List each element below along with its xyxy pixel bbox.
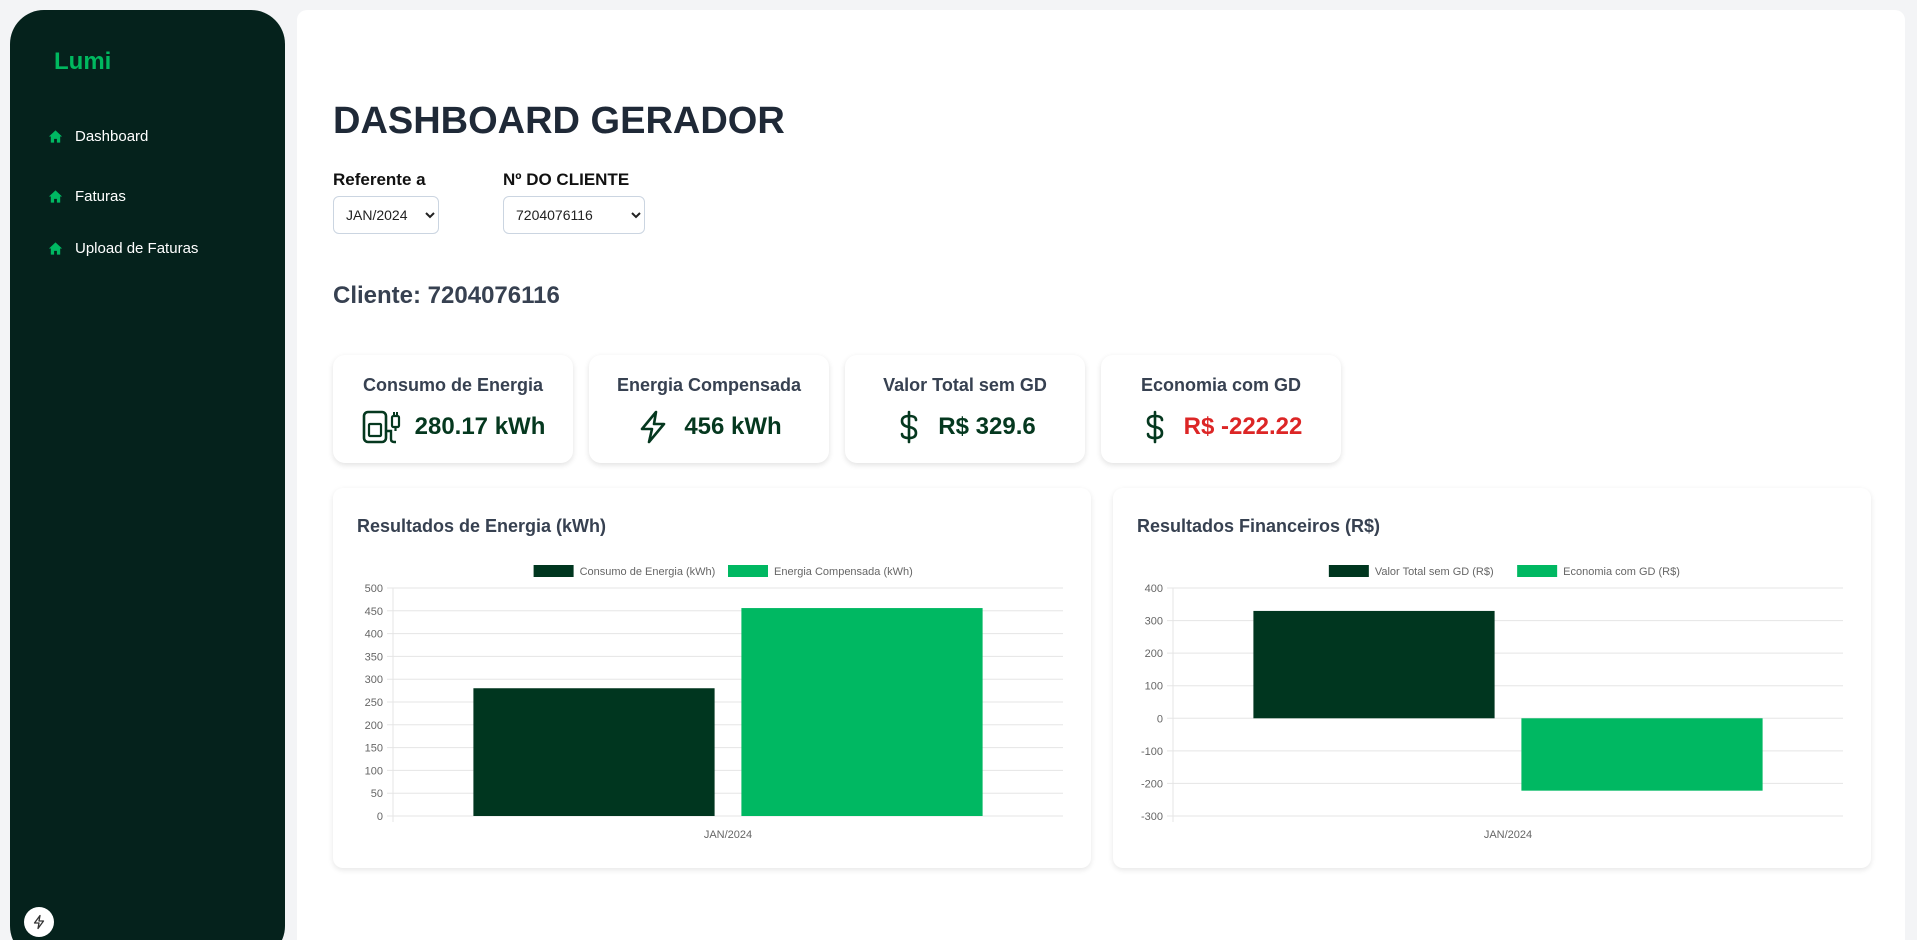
period-filter-label: Referente a [333, 170, 426, 189]
card-title: Valor Total sem GD [883, 375, 1047, 395]
y-tick-label: 100 [365, 765, 383, 777]
home-icon [48, 190, 63, 203]
main-content: DASHBOARD GERADOR Referente a JAN/2024 N… [297, 10, 1905, 940]
sidebar-item-faturas[interactable]: Faturas [48, 188, 126, 205]
sidebar-item-dashboard[interactable]: Dashboard [48, 128, 148, 145]
sidebar-item-upload-faturas[interactable]: Upload de Faturas [48, 240, 198, 257]
card-energia-compensada: Energia Compensada 456 kWh [589, 355, 829, 463]
card-title: Economia com GD [1140, 375, 1302, 395]
page-title: DASHBOARD GERADOR [333, 100, 785, 142]
bar [741, 608, 983, 816]
card-valor-total: Valor Total sem GD R$ 329.6 [845, 355, 1085, 463]
y-tick-label: 300 [1145, 616, 1163, 628]
y-tick-label: 300 [365, 674, 383, 686]
bar [473, 688, 715, 816]
client-filter-label: Nº DO CLIENTE [503, 170, 630, 189]
devtools-badge[interactable] [24, 907, 54, 937]
energy-chart: 0 50 100 150 200 250 300 350 400 450 500 Consumo de… [365, 565, 1063, 841]
y-tick-label: -300 [1141, 811, 1163, 823]
legend-swatch [1517, 565, 1558, 577]
legend-swatch [728, 565, 768, 577]
legend-label: Economia com GD (R$) [1563, 566, 1680, 578]
app-logo[interactable]: Lumi [54, 48, 111, 76]
y-tick-label: 50 [371, 788, 383, 800]
dollar-icon [900, 410, 918, 444]
legend-label: Energia Compensada (kWh) [774, 566, 913, 578]
dollar-icon [1146, 410, 1163, 444]
y-tick-label: 400 [365, 629, 383, 641]
home-icon [48, 130, 63, 143]
y-tick-label: 350 [365, 651, 383, 663]
financial-chart-panel: Resultados Financeiros (R$) -300 -200 -100… [1113, 488, 1871, 868]
period-select[interactable]: JAN/2024 [333, 196, 439, 234]
sidebar-item-label: Faturas [75, 188, 126, 205]
legend-label: Consumo de Energia (kWh) [580, 566, 716, 578]
bar [1521, 718, 1763, 791]
card-value: 456 kWh [684, 413, 782, 440]
legend-label: Valor Total sem GD (R$) [1375, 566, 1494, 578]
y-tick-label: 200 [365, 720, 383, 732]
y-tick-label: 450 [365, 606, 383, 618]
y-tick-label: 150 [365, 743, 383, 755]
ev-charger-icon [362, 410, 400, 444]
legend-swatch [533, 565, 574, 577]
client-filter: Nº DO CLIENTE 7204076116 [503, 170, 645, 234]
y-tick-label: -200 [1141, 778, 1163, 790]
y-tick-label: 400 [1145, 583, 1163, 595]
card-value: 280.17 kWh [414, 413, 546, 440]
client-select[interactable]: 7204076116 [503, 196, 645, 234]
sidebar: Lumi Dashboard Faturas Upload de Faturas [10, 10, 285, 940]
lightning-icon [641, 410, 666, 444]
card-value: R$ -222.22 [1183, 413, 1303, 440]
card-economia-gd: Economia com GD R$ -222.22 [1101, 355, 1341, 463]
card-consumo-energia: Consumo de Energia 280.17 kWh [333, 355, 573, 463]
card-title: Consumo de Energia [362, 375, 544, 395]
y-tick-label: -100 [1141, 746, 1163, 758]
y-tick-label: 100 [1145, 681, 1163, 693]
card-title: Energia Compensada [616, 375, 802, 395]
bar [1253, 610, 1495, 719]
y-tick-label: 200 [1145, 648, 1163, 660]
x-tick-label: JAN/2024 [1484, 829, 1532, 841]
sidebar-item-label: Upload de Faturas [75, 240, 199, 257]
card-value: R$ 329.6 [938, 413, 1036, 440]
y-tick-label: 0 [377, 811, 383, 823]
y-tick-label: 0 [1157, 713, 1163, 725]
x-tick-label: JAN/2024 [704, 829, 752, 841]
sidebar-item-label: Dashboard [75, 128, 149, 145]
y-tick-label: 250 [365, 697, 383, 709]
home-icon [48, 242, 63, 255]
legend-swatch [1328, 565, 1369, 577]
client-title: Cliente: 7204076116 [333, 282, 560, 309]
y-tick-label: 500 [365, 583, 383, 595]
period-filter: Referente a JAN/2024 [333, 170, 439, 234]
energy-chart-panel: Resultados de Energia (kWh) 0 50 100 150 200… [333, 488, 1091, 868]
financial-chart: -300 -200 -100 0 100 200 300 400 Valor Total sem… [1141, 565, 1843, 841]
lightning-icon [33, 914, 45, 930]
